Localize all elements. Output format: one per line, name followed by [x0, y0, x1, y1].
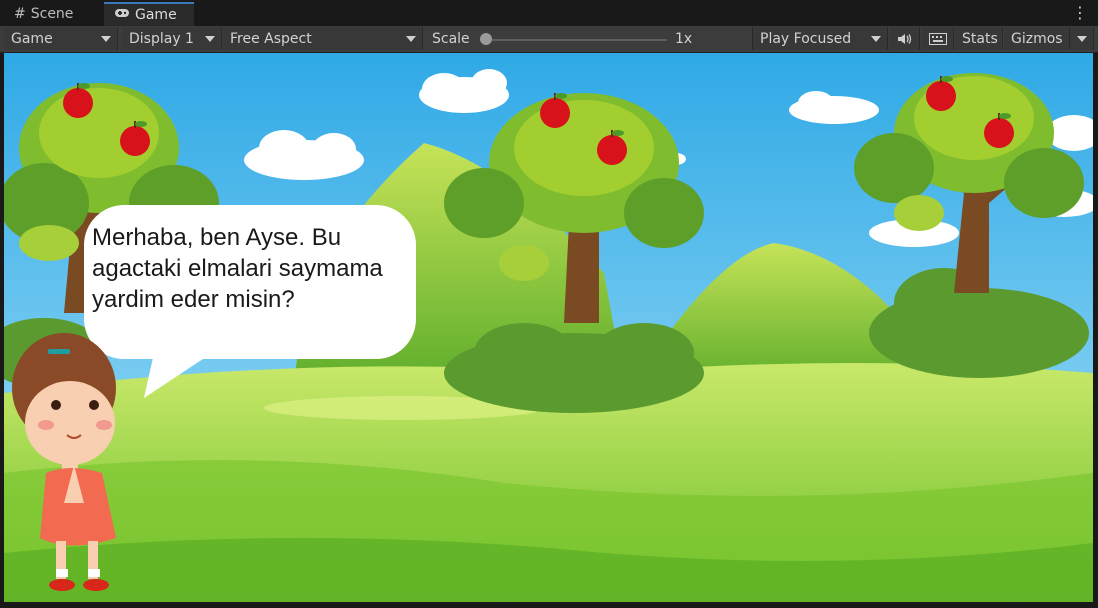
speech-text: Merhaba, ben Ayse. Bu agactaki elmalari …: [92, 224, 383, 313]
speaker-icon: [898, 33, 912, 44]
mode-dropdown[interactable]: Game: [4, 27, 118, 50]
aspect-label: Free Aspect: [230, 30, 312, 47]
gizmos-label: Gizmos: [1011, 30, 1063, 47]
mute-audio-button[interactable]: [890, 27, 920, 50]
tab-game[interactable]: Game: [104, 2, 194, 26]
chevron-down-icon: [1077, 36, 1087, 42]
chevron-down-icon: [101, 36, 111, 42]
display-dropdown[interactable]: Display 1: [122, 27, 222, 50]
mode-label: Game: [11, 30, 53, 47]
scale-label: Scale: [432, 31, 470, 47]
gizmos-toggle[interactable]: Gizmos: [1004, 27, 1070, 50]
game-scene: [4, 53, 1093, 602]
chevron-down-icon: [406, 36, 416, 42]
more-options-icon[interactable]: ⋮: [1072, 3, 1088, 22]
play-mode-dropdown[interactable]: Play Focused: [752, 27, 888, 50]
gizmos-dropdown[interactable]: [1070, 27, 1094, 50]
game-toolbar: Game Display 1 Free Aspect Scale 1x Play…: [0, 26, 1098, 53]
keyboard-icon: [929, 32, 947, 45]
tab-label: Scene: [30, 6, 74, 22]
scale-slider-thumb[interactable]: [480, 33, 492, 45]
play-mode-label: Play Focused: [760, 30, 852, 47]
tab-scene[interactable]: # Scene: [4, 2, 102, 26]
tab-bar: # Scene Game ⋮: [0, 0, 1098, 27]
stats-label: Stats: [962, 30, 998, 47]
gamepad-icon: [114, 7, 130, 23]
chevron-down-icon: [871, 36, 881, 42]
grid-icon: #: [14, 6, 26, 22]
chevron-down-icon: [205, 36, 215, 42]
scale-value: 1x: [675, 31, 693, 47]
game-view[interactable]: Merhaba, ben Ayse. Bu agactaki elmalari …: [4, 53, 1093, 602]
stats-button[interactable]: Stats: [955, 27, 1003, 50]
display-label: Display 1: [129, 30, 194, 47]
tab-label: Game: [135, 7, 177, 23]
scale-slider-track[interactable]: [485, 39, 667, 41]
shortcuts-button[interactable]: [922, 27, 954, 50]
aspect-dropdown[interactable]: Free Aspect: [223, 27, 423, 50]
